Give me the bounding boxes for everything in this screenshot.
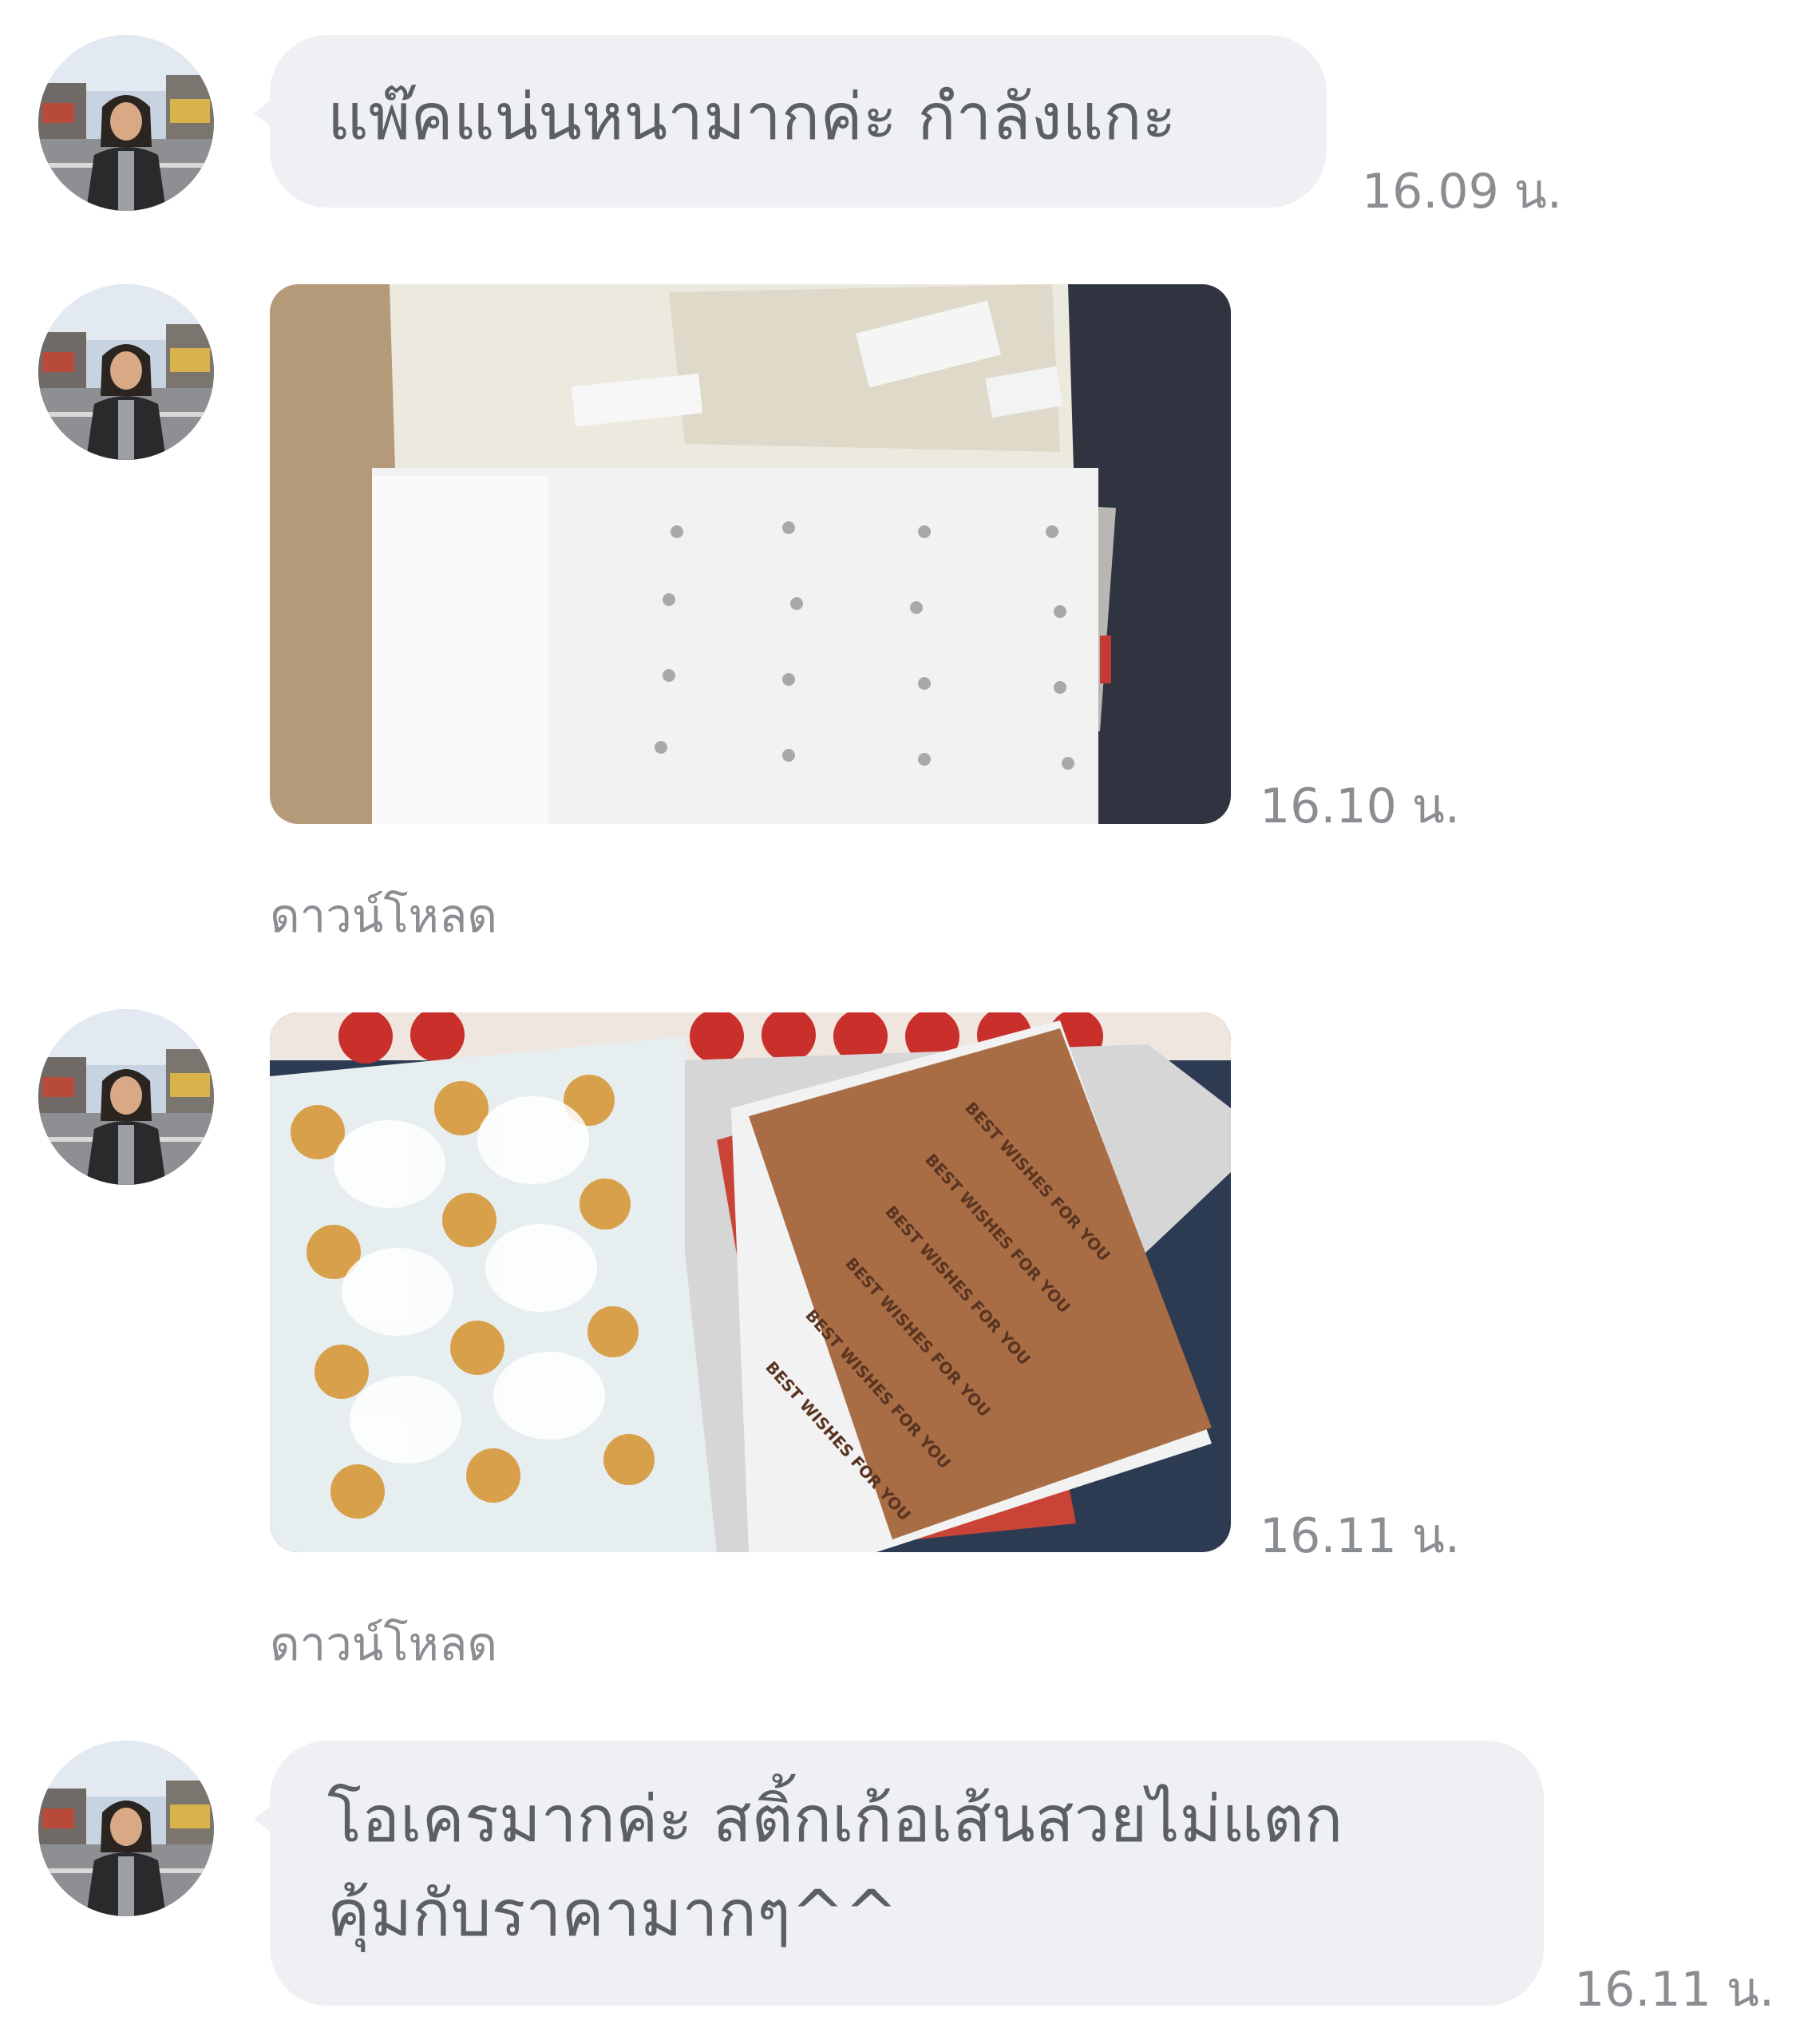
sender-avatar[interactable] (38, 1009, 214, 1185)
sender-avatar[interactable] (38, 284, 214, 460)
message-timestamp: 16.11 น. (1260, 1508, 1460, 1564)
message-bubble[interactable]: โอเครมากค่ะ สติ้กเก้อเส้นสวยไม่แตก คุ้มก… (254, 1741, 1544, 2006)
download-link[interactable]: ดาวน์โหลด (270, 1606, 497, 1681)
sender-avatar[interactable] (38, 35, 214, 211)
sender-avatar[interactable] (38, 1741, 214, 1916)
message-timestamp: 16.11 น. (1574, 1962, 1774, 2018)
message-timestamp: 16.09 น. (1362, 164, 1562, 220)
photo-message-packaging[interactable] (270, 284, 1231, 824)
chat-thread: แพ๊คแน่นหนามากค่ะ กำลังแกะ 16.09 น. 16.1… (0, 0, 1804, 2044)
message-text: แพ๊คแน่นหนามากค่ะ กำลังแกะ (327, 80, 1177, 154)
download-link[interactable]: ดาวน์โหลด (270, 878, 497, 953)
message-timestamp: 16.10 น. (1260, 778, 1460, 834)
message-text: โอเครมากค่ะ สติ้กเก้อเส้นสวยไม่แตก คุ้มก… (327, 1782, 1343, 1951)
photo-message-stickers[interactable]: BEST WISHES FOR YOU BEST WISHES FOR YOU … (270, 1012, 1231, 1552)
message-bubble[interactable]: แพ๊คแน่นหนามากค่ะ กำลังแกะ (254, 35, 1327, 208)
